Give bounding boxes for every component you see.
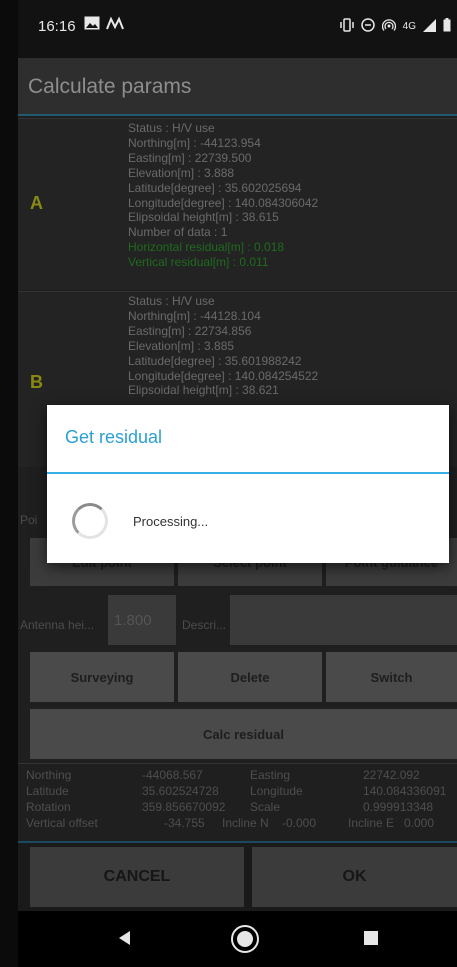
network-type: 4G <box>402 21 416 32</box>
detail-line: Elipsoidal height[m] : 38.621 <box>128 383 279 398</box>
bottom-action-bar: CANCEL OK <box>18 841 457 911</box>
calc-residual-button[interactable]: Calc residual <box>30 709 457 759</box>
point-b-details: Status : H/V use Northing[m] : -44128.10… <box>128 294 318 398</box>
dialog-divider <box>47 472 449 474</box>
point-a-panel[interactable]: A Status : H/V use Northing[m] : -44123.… <box>18 118 457 290</box>
vertical-offset-label: Vertical offset <box>26 816 98 830</box>
status-bar: 16:16 4G <box>18 0 457 58</box>
image-icon <box>84 16 100 34</box>
incline-e-label: Incline E <box>348 816 395 830</box>
longitude-value: 140.084336091 <box>363 784 447 798</box>
vibrate-icon <box>339 18 354 35</box>
northing-value: -44068.567 <box>142 768 203 782</box>
detail-line: Elevation[m] : 3.888 <box>128 165 235 180</box>
detail-line: Easting[m] : 22734.856 <box>128 323 252 338</box>
northing-label: Northing <box>26 768 72 782</box>
dialog-message: Processing... <box>133 514 209 529</box>
detail-line: Northing[m] : -44128.104 <box>128 308 261 323</box>
detail-line: Number of data : 1 <box>128 225 228 240</box>
detail-line: Status : H/V use <box>128 121 215 135</box>
scale-label: Scale <box>250 800 281 814</box>
point-label: Poi <box>20 513 38 527</box>
do-not-disturb-icon <box>360 18 375 35</box>
detail-line: Elipsoidal height[m] : 38.615 <box>128 210 279 225</box>
progress-spinner-icon <box>72 503 108 539</box>
page-title: Calculate params <box>18 58 457 116</box>
vertical-residual: Vertical residual[m] : 0.011 <box>128 255 269 270</box>
point-b-letter: B <box>30 372 43 392</box>
detail-line: Latitude[degree] : 35.602025694 <box>128 180 302 195</box>
incline-n-label: Incline N <box>222 816 269 830</box>
dialog-title: Get residual <box>65 427 163 447</box>
vertical-offset-value: -34.755 <box>164 816 205 830</box>
rotation-label: Rotation <box>26 800 71 814</box>
antenna-height-label: Antenna hei... <box>20 618 95 632</box>
point-a-letter: A <box>30 193 43 213</box>
longitude-label: Longitude <box>250 784 303 798</box>
horizontal-residual: Horizontal residual[m] : 0.018 <box>128 240 285 255</box>
detail-line: Northing[m] : -44123.954 <box>128 135 261 150</box>
description-label: Descri... <box>182 618 227 632</box>
cancel-button[interactable]: CANCEL <box>30 847 244 907</box>
latitude-value: 35.602524728 <box>142 784 219 798</box>
latitude-label: Latitude <box>26 784 69 798</box>
back-icon[interactable] <box>116 929 132 952</box>
result-grid: Northing -44068.567 Easting 22742.092 La… <box>18 763 457 841</box>
status-icons: 4G <box>339 18 451 35</box>
detail-line: Latitude[degree] : 35.601988242 <box>128 353 302 368</box>
switch-button[interactable]: Switch <box>326 652 457 702</box>
detail-line: Longitude[degree] : 140.084254522 <box>128 368 319 383</box>
incline-n-value: -0.000 <box>282 816 317 830</box>
rotation-value: 359.856670092 <box>142 800 226 814</box>
surveying-button[interactable]: Surveying <box>30 652 174 702</box>
easting-label: Easting <box>250 768 291 782</box>
cell-signal-icon <box>423 18 436 35</box>
detail-line: Elevation[m] : 3.885 <box>128 338 235 353</box>
home-icon[interactable] <box>230 924 260 959</box>
scale-value: 0.999913348 <box>363 800 434 814</box>
detail-line: Longitude[degree] : 140.084306042 <box>128 195 319 210</box>
detail-line: Easting[m] : 22739.500 <box>128 150 252 165</box>
battery-icon <box>443 18 451 35</box>
hotspot-icon <box>381 18 396 35</box>
easting-value: 22742.092 <box>363 768 420 782</box>
signal-activity-icon <box>106 16 124 34</box>
status-time: 16:16 <box>38 18 76 35</box>
antenna-height-input[interactable]: 1.800 <box>108 595 176 645</box>
ok-button[interactable]: OK <box>252 847 457 907</box>
navigation-bar <box>18 911 457 967</box>
recents-icon[interactable] <box>364 931 378 950</box>
incline-e-value: 0.000 <box>404 816 435 830</box>
point-a-details: Status : H/V use Northing[m] : -44123.95… <box>128 121 318 270</box>
delete-button[interactable]: Delete <box>178 652 322 702</box>
detail-line: Status : H/V use <box>128 294 215 308</box>
description-input[interactable] <box>230 595 457 645</box>
get-residual-dialog: Get residual Processing... <box>47 405 449 563</box>
